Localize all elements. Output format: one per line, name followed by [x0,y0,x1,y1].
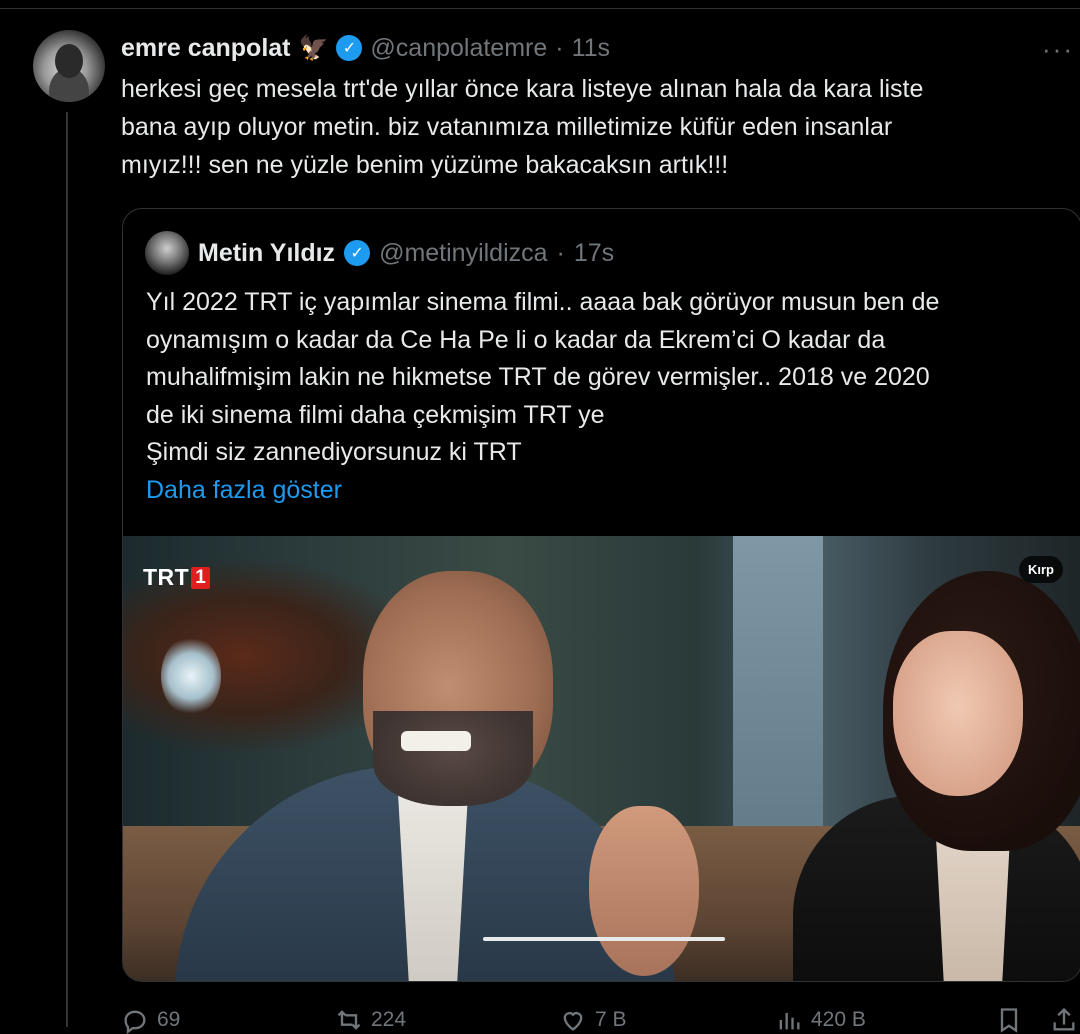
repost-button[interactable]: 224 [335,1006,406,1034]
quoted-text-line: Şimdi siz zannediyorsunuz ki TRT [146,438,522,466]
quoted-author-avatar[interactable] [145,231,189,275]
quoted-author-handle[interactable]: @metinyildizca [379,239,547,268]
bookmark-button[interactable] [995,1006,1023,1034]
reply-icon [124,1010,146,1034]
top-divider [0,0,1080,9]
video-thumbnail[interactable]: TRT 1 Kırp [123,536,1080,981]
background-lamp [161,636,221,716]
tweet-text: herkesi geç mesela trt'de yıllar önce ka… [121,70,1051,184]
reply-button[interactable]: 69 [121,1006,180,1034]
views-count: 420 B [811,1008,866,1031]
thread-connector-line [66,112,68,1027]
separator-dot: · [556,238,565,267]
verified-badge-icon: ✓ [344,240,371,266]
man-beard [373,711,533,806]
verified-badge-icon: ✓ [336,35,363,61]
trt-logo-number: 1 [191,566,211,589]
show-more-link[interactable]: Daha fazla göster [146,472,1061,510]
quoted-text-line: Yıl 2022 TRT iç yapımlar sinema filmi.. … [146,288,940,316]
man-smile [401,731,471,751]
quoted-tweet-text: Yıl 2022 TRT iç yapımlar sinema filmi.. … [146,284,1061,509]
crop-button[interactable]: Kırp [1019,556,1063,583]
quoted-text-line: muhalifmişim lakin ne hikmetse TRT de gö… [146,363,930,391]
heart-icon [563,1012,583,1031]
quoted-tweet-card[interactable]: Metin Yıldız ✓ @metinyildizca · 17s Yıl … [122,208,1080,982]
reply-count: 69 [157,1008,181,1031]
tweet-text-line: mıyız!!! sen ne yüzle benim yüzüme bakac… [121,151,729,179]
like-button[interactable]: 7 B [559,1006,627,1034]
trt1-logo: TRT 1 [143,564,211,591]
author-name[interactable]: emre canpolat [121,34,291,63]
quoted-tweet-time[interactable]: 17s [574,239,614,268]
separator-dot: · [555,33,564,62]
tweet-text-line: herkesi geç mesela trt'de yıllar önce ka… [121,75,924,103]
views-button[interactable]: 420 B [775,1006,866,1034]
author-handle[interactable]: @canpolatemre [370,34,547,63]
quoted-text-line: de iki sinema filmi daha çekmişim TRT ye [146,400,605,429]
tweet-header: emre canpolat 🦅 ✓ @canpolatemre · 11s [121,30,610,66]
woman-hand [589,806,699,976]
trt-logo-text: TRT [143,564,190,590]
share-button[interactable] [1050,1006,1078,1034]
repost-count: 224 [371,1008,407,1031]
bookmark-icon [1000,1008,1018,1033]
author-avatar[interactable] [33,30,105,102]
woman-face [893,631,1023,796]
share-icon [1053,1007,1075,1031]
tweet-time[interactable]: 11s [572,34,610,63]
quoted-tweet-header: Metin Yıldız ✓ @metinyildizca · 17s [145,231,614,275]
eagle-emoji: 🦅 [298,34,329,62]
tweet-text-line: bana ayıp oluyor metin. biz vatanımıza m… [121,113,893,141]
repost-icon [337,1010,361,1030]
views-icon [779,1013,800,1030]
tweet-actions-bar: 69 224 7 B 420 B [121,1002,1080,1034]
like-count: 7 B [595,1008,627,1031]
video-progress-indicator[interactable] [483,937,725,941]
quoted-author-name[interactable]: Metin Yıldız [198,239,335,268]
more-options-button[interactable]: ··· [1042,34,1074,65]
quoted-text-line: oynamışım o kadar da Ce Ha Pe li o kadar… [146,325,886,354]
